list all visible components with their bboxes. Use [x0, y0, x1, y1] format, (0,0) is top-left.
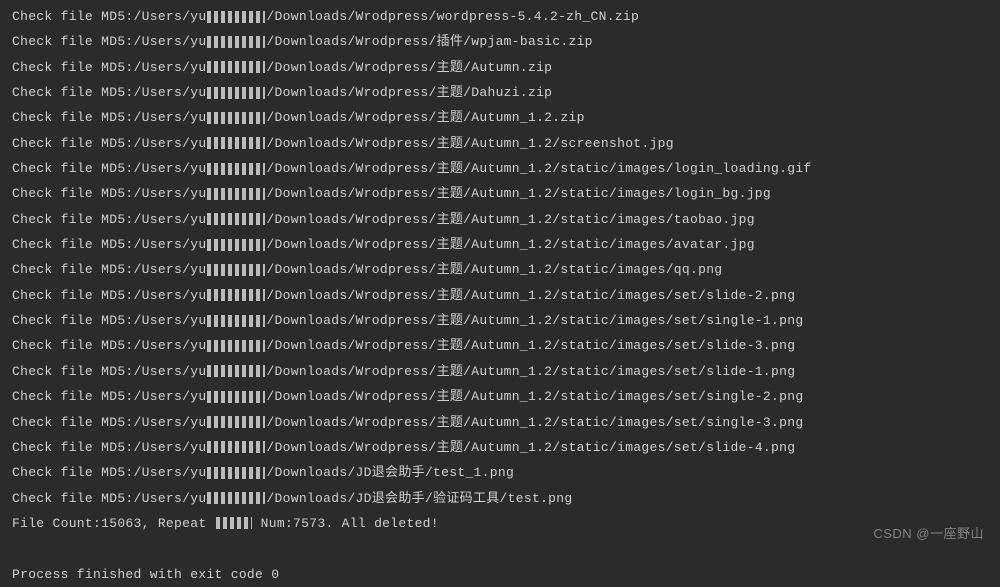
- terminal-line: Check file MD5:/Users/yu/Downloads/Wrodp…: [12, 308, 988, 333]
- terminal-line: Check file MD5:/Users/yu/Downloads/JD退会助…: [12, 460, 988, 485]
- terminal-line: Check file MD5:/Users/yu/Downloads/Wrodp…: [12, 283, 988, 308]
- redacted-segment: [207, 264, 265, 276]
- terminal-line: Check file MD5:/Users/yu/Downloads/Wrodp…: [12, 207, 988, 232]
- line-prefix: Check file MD5:/Users/yu: [12, 60, 206, 75]
- terminal-line: Check file MD5:/Users/yu/Downloads/Wrodp…: [12, 435, 988, 460]
- line-prefix: Check file MD5:/Users/yu: [12, 440, 206, 455]
- redacted-segment: [207, 163, 265, 175]
- terminal-line: Check file MD5:/Users/yu/Downloads/Wrodp…: [12, 131, 988, 156]
- terminal-line: Check file MD5:/Users/yu/Downloads/Wrodp…: [12, 257, 988, 282]
- line-prefix: Check file MD5:/Users/yu: [12, 161, 206, 176]
- redacted-segment: [207, 188, 265, 200]
- line-prefix: Check file MD5:/Users/yu: [12, 364, 206, 379]
- redacted-segment: [207, 36, 265, 48]
- terminal-line: Check file MD5:/Users/yu/Downloads/Wrodp…: [12, 333, 988, 358]
- redacted-segment: [207, 441, 265, 453]
- line-prefix: Check file MD5:/Users/yu: [12, 212, 206, 227]
- line-path: /Downloads/Wrodpress/主题/Autumn_1.2/stati…: [266, 338, 795, 353]
- line-path: /Downloads/Wrodpress/主题/Autumn_1.2/stati…: [266, 440, 795, 455]
- line-prefix: Check file MD5:/Users/yu: [12, 237, 206, 252]
- redacted-segment: [207, 112, 265, 124]
- summary-prefix: File Count:15063, Repeat: [12, 516, 215, 531]
- line-path: /Downloads/Wrodpress/主题/Autumn_1.2.zip: [266, 110, 584, 125]
- line-path: /Downloads/Wrodpress/主题/Autumn_1.2/stati…: [266, 262, 722, 277]
- blank-line: [12, 536, 988, 561]
- line-prefix: Check file MD5:/Users/yu: [12, 186, 206, 201]
- line-path: /Downloads/Wrodpress/主题/Autumn_1.2/stati…: [266, 415, 803, 430]
- line-prefix: Check file MD5:/Users/yu: [12, 465, 206, 480]
- terminal-line: Check file MD5:/Users/yu/Downloads/Wrodp…: [12, 156, 988, 181]
- terminal-line: Check file MD5:/Users/yu/Downloads/Wrodp…: [12, 4, 988, 29]
- line-path: /Downloads/JD退会助手/test_1.png: [266, 465, 514, 480]
- line-path: /Downloads/Wrodpress/主题/Autumn_1.2/stati…: [266, 364, 795, 379]
- line-prefix: Check file MD5:/Users/yu: [12, 288, 206, 303]
- terminal-line: Check file MD5:/Users/yu/Downloads/Wrodp…: [12, 232, 988, 257]
- summary-suffix: Num:7573. All deleted!: [253, 516, 439, 531]
- terminal-line: Check file MD5:/Users/yu/Downloads/Wrodp…: [12, 181, 988, 206]
- summary-line: File Count:15063, Repeat Num:7573. All d…: [12, 511, 988, 536]
- redacted-segment: [207, 289, 265, 301]
- line-prefix: Check file MD5:/Users/yu: [12, 110, 206, 125]
- redacted-segment: [207, 87, 265, 99]
- line-prefix: Check file MD5:/Users/yu: [12, 491, 206, 506]
- line-path: /Downloads/Wrodpress/wordpress-5.4.2-zh_…: [266, 9, 639, 24]
- terminal-line: Check file MD5:/Users/yu/Downloads/Wrodp…: [12, 105, 988, 130]
- redacted-segment: [207, 61, 265, 73]
- line-prefix: Check file MD5:/Users/yu: [12, 34, 206, 49]
- line-prefix: Check file MD5:/Users/yu: [12, 85, 206, 100]
- line-prefix: Check file MD5:/Users/yu: [12, 9, 206, 24]
- redacted-segment: [207, 340, 265, 352]
- line-path: /Downloads/Wrodpress/主题/Autumn_1.2/stati…: [266, 212, 754, 227]
- terminal-line: Check file MD5:/Users/yu/Downloads/JD退会助…: [12, 486, 988, 511]
- line-path: /Downloads/Wrodpress/主题/Autumn_1.2/stati…: [266, 389, 803, 404]
- redacted-segment: [207, 137, 265, 149]
- line-prefix: Check file MD5:/Users/yu: [12, 338, 206, 353]
- redacted-segment: [207, 416, 265, 428]
- terminal-line: Check file MD5:/Users/yu/Downloads/Wrodp…: [12, 80, 988, 105]
- line-path: /Downloads/JD退会助手/验证码工具/test.png: [266, 491, 572, 506]
- line-path: /Downloads/Wrodpress/主题/Autumn_1.2/scree…: [266, 136, 673, 151]
- terminal-output: Check file MD5:/Users/yu/Downloads/Wrodp…: [12, 4, 988, 536]
- terminal-line: Check file MD5:/Users/yu/Downloads/Wrodp…: [12, 359, 988, 384]
- line-path: /Downloads/Wrodpress/主题/Autumn_1.2/stati…: [266, 313, 803, 328]
- line-path: /Downloads/Wrodpress/主题/Autumn_1.2/stati…: [266, 237, 754, 252]
- line-path: /Downloads/Wrodpress/主题/Dahuzi.zip: [266, 85, 552, 100]
- line-path: /Downloads/Wrodpress/主题/Autumn.zip: [266, 60, 552, 75]
- line-prefix: Check file MD5:/Users/yu: [12, 313, 206, 328]
- redacted-segment: [207, 213, 265, 225]
- terminal-line: Check file MD5:/Users/yu/Downloads/Wrodp…: [12, 410, 988, 435]
- redacted-segment: [207, 11, 265, 23]
- line-path: /Downloads/Wrodpress/主题/Autumn_1.2/stati…: [266, 161, 811, 176]
- line-prefix: Check file MD5:/Users/yu: [12, 262, 206, 277]
- terminal-line: Check file MD5:/Users/yu/Downloads/Wrodp…: [12, 55, 988, 80]
- line-prefix: Check file MD5:/Users/yu: [12, 415, 206, 430]
- redacted-segment: [216, 517, 252, 529]
- line-prefix: Check file MD5:/Users/yu: [12, 389, 206, 404]
- redacted-segment: [207, 365, 265, 377]
- redacted-segment: [207, 315, 265, 327]
- redacted-segment: [207, 391, 265, 403]
- line-prefix: Check file MD5:/Users/yu: [12, 136, 206, 151]
- line-path: /Downloads/Wrodpress/主题/Autumn_1.2/stati…: [266, 186, 771, 201]
- redacted-segment: [207, 239, 265, 251]
- line-path: /Downloads/Wrodpress/插件/wpjam-basic.zip: [266, 34, 592, 49]
- watermark: CSDN @一座野山: [873, 521, 984, 546]
- line-path: /Downloads/Wrodpress/主题/Autumn_1.2/stati…: [266, 288, 795, 303]
- redacted-segment: [207, 492, 265, 504]
- exit-line: Process finished with exit code 0: [12, 562, 988, 587]
- terminal-line: Check file MD5:/Users/yu/Downloads/Wrodp…: [12, 29, 988, 54]
- redacted-segment: [207, 467, 265, 479]
- terminal-line: Check file MD5:/Users/yu/Downloads/Wrodp…: [12, 384, 988, 409]
